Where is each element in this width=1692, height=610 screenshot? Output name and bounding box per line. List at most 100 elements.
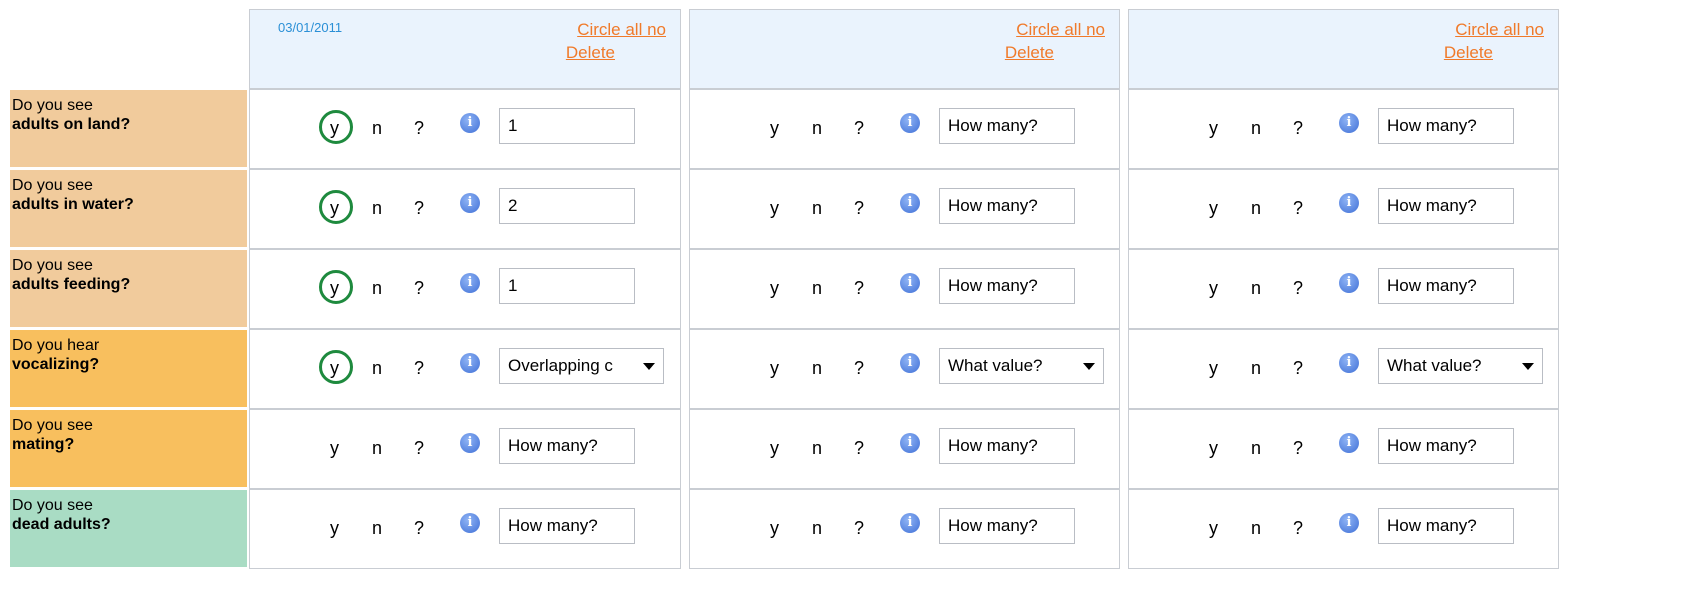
yes-option[interactable]: y (770, 438, 779, 459)
count-input[interactable] (939, 108, 1075, 144)
no-option[interactable]: n (812, 278, 822, 299)
count-input[interactable] (499, 108, 635, 144)
info-icon[interactable]: i (900, 513, 920, 533)
yes-option[interactable]: y (1209, 438, 1218, 459)
info-icon[interactable]: i (1339, 433, 1359, 453)
unknown-option[interactable]: ? (854, 518, 864, 539)
yes-option[interactable]: y (319, 190, 353, 224)
value-select[interactable]: What value? (1378, 348, 1543, 384)
count-input[interactable] (1378, 108, 1514, 144)
count-input[interactable] (1378, 508, 1514, 544)
question-label: Do you see adults in water? (10, 170, 247, 247)
info-icon[interactable]: i (900, 433, 920, 453)
yes-option[interactable]: y (319, 270, 353, 304)
yes-option[interactable]: y (330, 518, 339, 539)
unknown-option[interactable]: ? (414, 118, 424, 139)
count-input[interactable] (1378, 188, 1514, 224)
unknown-option[interactable]: ? (1293, 278, 1303, 299)
yes-option[interactable]: y (770, 278, 779, 299)
unknown-option[interactable]: ? (414, 518, 424, 539)
yes-option[interactable]: y (770, 198, 779, 219)
delete-link[interactable]: Delete (1005, 43, 1054, 63)
info-icon[interactable]: i (1339, 193, 1359, 213)
count-input[interactable] (939, 508, 1075, 544)
info-icon[interactable]: i (1339, 513, 1359, 533)
count-input[interactable] (939, 188, 1075, 224)
unknown-option[interactable]: ? (414, 358, 424, 379)
info-icon[interactable]: i (900, 353, 920, 373)
unknown-option[interactable]: ? (1293, 358, 1303, 379)
value-select[interactable]: What value? (939, 348, 1104, 384)
no-option[interactable]: n (1251, 518, 1261, 539)
info-icon[interactable]: i (460, 273, 480, 293)
question-prefix: Do you see (12, 497, 93, 514)
circle-all-no-link[interactable]: Circle all no (1455, 20, 1544, 40)
unknown-option[interactable]: ? (854, 198, 864, 219)
unknown-option[interactable]: ? (1293, 198, 1303, 219)
yes-option[interactable]: y (1209, 358, 1218, 379)
unknown-option[interactable]: ? (854, 118, 864, 139)
unknown-option[interactable]: ? (854, 278, 864, 299)
unknown-option[interactable]: ? (1293, 118, 1303, 139)
count-input[interactable] (499, 268, 635, 304)
info-icon[interactable]: i (1339, 113, 1359, 133)
yes-option[interactable]: y (319, 110, 353, 144)
info-icon[interactable]: i (1339, 273, 1359, 293)
info-icon[interactable]: i (900, 193, 920, 213)
info-icon[interactable]: i (900, 113, 920, 133)
count-input[interactable] (939, 428, 1075, 464)
yes-option[interactable]: y (770, 518, 779, 539)
unknown-option[interactable]: ? (414, 278, 424, 299)
info-icon[interactable]: i (1339, 353, 1359, 373)
no-option[interactable]: n (372, 358, 382, 379)
delete-link[interactable]: Delete (566, 43, 615, 63)
yes-option[interactable]: y (1209, 118, 1218, 139)
no-option[interactable]: n (812, 198, 822, 219)
count-input[interactable] (1378, 428, 1514, 464)
info-icon[interactable]: i (460, 353, 480, 373)
unknown-option[interactable]: ? (854, 438, 864, 459)
unknown-option[interactable]: ? (1293, 518, 1303, 539)
no-option[interactable]: n (1251, 358, 1261, 379)
yes-option[interactable]: y (1209, 278, 1218, 299)
yes-option[interactable]: y (1209, 198, 1218, 219)
no-option[interactable]: n (1251, 118, 1261, 139)
answer-cell: y n? i (1128, 249, 1559, 329)
yes-option[interactable]: y (1209, 518, 1218, 539)
circle-all-no-link[interactable]: Circle all no (577, 20, 666, 40)
no-option[interactable]: n (1251, 278, 1261, 299)
question-subject: vocalizing? (12, 356, 100, 373)
no-option[interactable]: n (372, 198, 382, 219)
no-option[interactable]: n (372, 518, 382, 539)
no-option[interactable]: n (812, 118, 822, 139)
yes-option[interactable]: y (330, 438, 339, 459)
info-icon[interactable]: i (460, 433, 480, 453)
no-option[interactable]: n (812, 438, 822, 459)
unknown-option[interactable]: ? (414, 198, 424, 219)
yes-option[interactable]: y (770, 358, 779, 379)
circle-all-no-link[interactable]: Circle all no (1016, 20, 1105, 40)
no-option[interactable]: n (812, 358, 822, 379)
yes-option[interactable]: y (319, 350, 353, 384)
unknown-option[interactable]: ? (854, 358, 864, 379)
unknown-option[interactable]: ? (1293, 438, 1303, 459)
count-input[interactable] (499, 508, 635, 544)
count-input[interactable] (499, 428, 635, 464)
value-select[interactable]: Overlapping c (499, 348, 664, 384)
info-icon[interactable]: i (460, 513, 480, 533)
no-option[interactable]: n (372, 438, 382, 459)
unknown-option[interactable]: ? (414, 438, 424, 459)
delete-link[interactable]: Delete (1444, 43, 1493, 63)
info-icon[interactable]: i (460, 193, 480, 213)
no-option[interactable]: n (372, 278, 382, 299)
info-icon[interactable]: i (460, 113, 480, 133)
no-option[interactable]: n (1251, 438, 1261, 459)
count-input[interactable] (499, 188, 635, 224)
info-icon[interactable]: i (900, 273, 920, 293)
yes-option[interactable]: y (770, 118, 779, 139)
count-input[interactable] (939, 268, 1075, 304)
count-input[interactable] (1378, 268, 1514, 304)
no-option[interactable]: n (812, 518, 822, 539)
no-option[interactable]: n (372, 118, 382, 139)
no-option[interactable]: n (1251, 198, 1261, 219)
